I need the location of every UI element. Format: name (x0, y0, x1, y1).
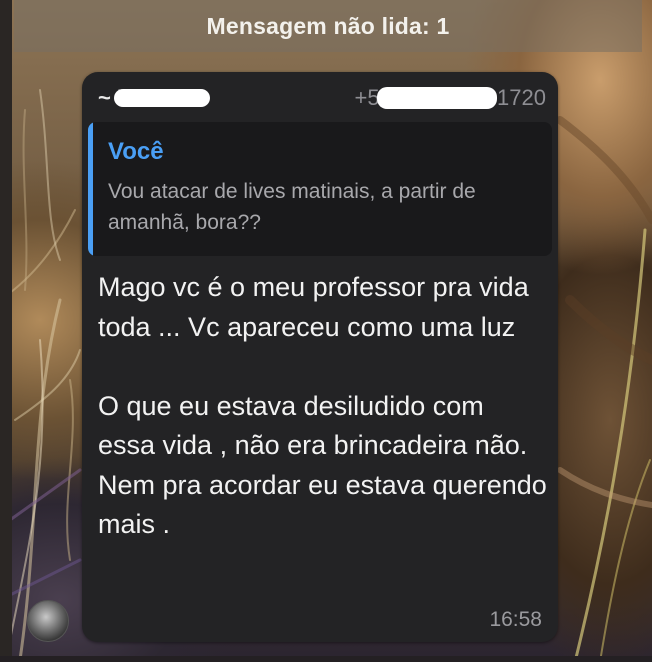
message-body: Mago vc é o meu professor pra vida toda … (98, 272, 547, 539)
quoted-message[interactable]: Você Vou atacar de lives matinais, a par… (88, 122, 552, 256)
unread-messages-banner: Mensagem não lida: 1 (14, 0, 642, 52)
redaction-mark (376, 87, 497, 109)
redaction-mark (114, 89, 210, 107)
sender-row: ~ Danilo +55 00 00005-1720 (98, 84, 546, 112)
quoted-author: Você (108, 138, 164, 165)
window-edge-bottom (0, 656, 652, 662)
sender-name-wrapper[interactable]: ~ Danilo (98, 85, 210, 111)
window-edge (0, 0, 12, 662)
unread-banner-label: Mensagem não lida: 1 (206, 12, 450, 39)
chat-screen: Mensagem não lida: 1 ~ Danilo +55 00 000… (0, 0, 652, 662)
sender-avatar[interactable] (27, 600, 69, 642)
quote-accent-bar (88, 122, 93, 256)
sender-phone-wrapper[interactable]: +55 00 00005-1720 (355, 85, 546, 111)
message-timestamp: 16:58 (489, 608, 542, 631)
quoted-text: Vou atacar de lives matinais, a partir d… (108, 180, 476, 234)
message-bubble[interactable]: ~ Danilo +55 00 00005-1720 Você Vou atac… (82, 72, 558, 642)
